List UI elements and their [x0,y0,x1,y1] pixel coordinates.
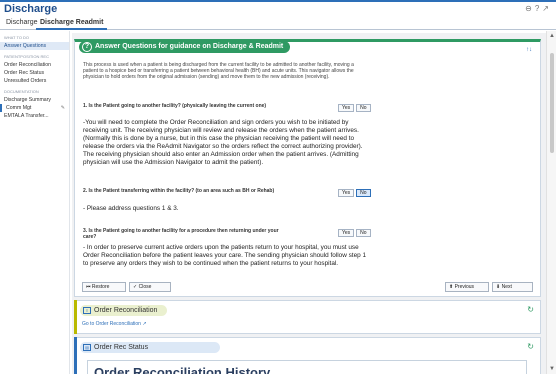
question-3-answer-buttons: Yes No [338,229,371,237]
answer-2: - Please address questions 1 & 3. [83,205,179,212]
external-link-icon: ↗ [142,321,147,327]
question-icon: ? [82,42,92,52]
sidebar-item-emtala-transfer[interactable]: EMTALA Transfer... [0,112,69,120]
main-content: ? Answer Questions for guidance on Discha… [72,33,546,374]
sidebar-section-title: DOCUMENTATION [4,89,39,94]
sidebar-item-order-reconciliation[interactable]: Order Reconciliation [0,61,69,69]
navigation-tabs: Discharge Discharge Readmit [0,17,556,30]
question-3-no[interactable]: No [356,229,371,237]
question-2-answer-buttons: Yes No [338,189,371,197]
app-title: Discharge [4,3,58,15]
scroll-thumb[interactable] [550,53,554,153]
question-1-yes[interactable]: Yes [338,104,355,112]
restore-button[interactable]: ⏮ Restore [82,282,126,292]
previous-button[interactable]: ⬆ Previous [445,282,489,292]
question-3-yes[interactable]: Yes [338,229,355,237]
question-1: 1. Is the Patient going to another facil… [83,103,267,109]
circle-minus-icon[interactable]: ⊖ [525,4,535,13]
question-1-no[interactable]: No [356,104,371,112]
card-title: ? Answer Questions for guidance on Discha… [79,41,291,53]
order-reconciliation-title: ≡ Order Reconciliation [80,305,168,316]
sort-icon[interactable]: ↑↓ [526,47,532,53]
sidebar-section-title: PATIENTPOSITION REC [4,54,49,59]
question-3: 3. Is the Patient going to another facil… [83,228,279,240]
answer-questions-card: ? Answer Questions for guidance on Discha… [74,39,541,297]
sidebar-item-discharge-summary[interactable]: Discharge Summary [0,96,69,104]
order-rec-status-accent [74,337,77,374]
tab-discharge-readmit[interactable]: Discharge Readmit [36,18,108,30]
sidebar-item-order-rec-status[interactable]: Order Rec Status [0,69,69,77]
intro-text: This process is used when a patient is b… [83,62,354,80]
next-button[interactable]: ⬇ Next [492,282,533,292]
scroll-up-icon[interactable]: ▲ [549,33,555,39]
expand-icon[interactable]: ↗ [542,4,552,13]
main-scrollbar[interactable]: ▲ ▼ [546,31,556,374]
sidebar-item-comm-mgt[interactable]: Comm Mgt ✎ [0,104,69,112]
order-reconciliation-history-panel: Order Reconciliation History [87,360,527,374]
close-button[interactable]: ✓ Close [129,282,171,292]
window-controls[interactable]: ⊖?↗ [525,4,552,13]
order-reconciliation-history-title: Order Reconciliation History [94,365,271,374]
question-2: 2. Is the Patient transferring within th… [83,188,275,194]
answer-3: - In order to preserve current active or… [83,244,367,268]
question-footer: ⏮ Restore ✓ Close ⬆ Previous ⬇ Next [82,282,533,292]
order-rec-status-card: ▤ Order Rec Status ↻ Order Reconciliation… [74,337,541,374]
question-2-yes[interactable]: Yes [338,189,355,197]
order-rec-status-title: ▤ Order Rec Status [80,342,220,353]
go-to-order-reconciliation-link[interactable]: Go to Order Reconciliation ↗ [82,321,147,327]
question-1-answer-buttons: Yes No [338,104,371,112]
order-reconciliation-accent [74,300,77,334]
refresh-icon[interactable]: ↻ [527,342,534,351]
pencil-icon: ✎ [60,105,65,111]
refresh-icon[interactable]: ↻ [527,305,534,314]
question-2-no[interactable]: No [356,189,371,197]
sidebar-item-answer-questions[interactable]: Answer Questions [0,42,69,50]
list-icon: ≡ [83,307,91,314]
scroll-down-icon[interactable]: ▼ [549,366,555,372]
order-reconciliation-card: ≡ Order Reconciliation Go to Order Reconc… [74,300,541,334]
answer-1: -You will need to complete the Order Rec… [83,119,363,167]
sidebar-item-unresulted-orders[interactable]: Unresulted Orders [0,77,69,85]
window-title-bar: Discharge ⊖?↗ [0,0,556,17]
sidebar: WHAT TO DO Answer Questions PATIENTPOSIT… [0,31,70,374]
sidebar-section-title: WHAT TO DO [4,35,30,40]
document-icon: ▤ [83,344,91,351]
